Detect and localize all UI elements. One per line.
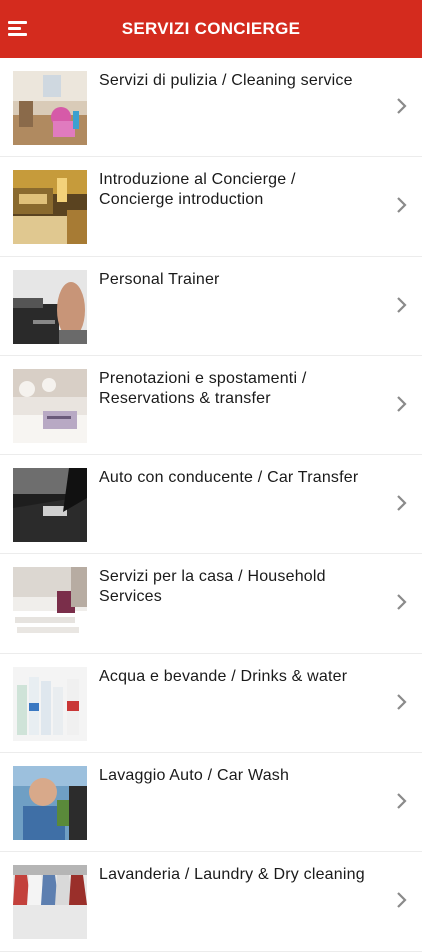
chevron-right-icon [396,96,408,116]
list-item-label: Lavanderia / Laundry & Dry cleaning [99,866,365,884]
services-list: Servizi di pulizia / Cleaning service In… [0,58,422,952]
list-item-reservations[interactable]: Prenotazioni e spostamenti / Reservation… [0,356,422,456]
list-item-label: Servizi di pulizia / Cleaning service [99,72,353,89]
drinks-photo [13,666,87,741]
list-item-personal-trainer[interactable]: Personal Trainer [0,257,422,356]
list-item-label: Introduzione al Concierge / Concierge in… [99,171,296,209]
list-item-label: Auto con conducente / Car Transfer [99,469,359,487]
concierge-photo [13,170,87,245]
list-item-household[interactable]: Servizi per la casa / Household Services [0,554,422,654]
list-item-drinks[interactable]: Acqua e bevande / Drinks & water [0,654,422,754]
list-item-cleaning[interactable]: Servizi di pulizia / Cleaning service [0,58,422,158]
car-wash-photo [13,766,87,841]
reservation-photo [13,368,87,443]
hamburger-menu-icon[interactable] [8,17,30,39]
list-item-label: Acqua e bevande / Drinks & water [99,667,348,685]
list-item-laundry[interactable]: Lavanderia / Laundry & Dry cleaning [0,852,422,952]
list-item-label: Personal Trainer [99,270,220,288]
household-photo [13,567,87,642]
chevron-right-icon [396,592,408,612]
cleaning-service-photo [13,71,87,145]
chevron-right-icon [396,195,408,215]
list-item-concierge[interactable]: Introduzione al Concierge / Concierge in… [0,157,422,257]
chevron-right-icon [396,692,408,712]
list-item-label: Prenotazioni e spostamenti / Reservation… [99,369,307,407]
chevron-right-icon [396,493,408,513]
laundry-photo [13,865,87,940]
personal-trainer-photo [13,269,87,344]
chevron-right-icon [396,394,408,414]
chevron-right-icon [396,295,408,315]
list-item-label: Lavaggio Auto / Car Wash [99,767,290,785]
chevron-right-icon [396,791,408,811]
page-title: SERVIZI CONCIERGE [121,19,301,38]
app-header: SERVIZI CONCIERGE [0,0,422,58]
list-item-label: Servizi per la casa / Household Services [99,568,326,606]
chevron-right-icon [396,890,408,910]
car-transfer-photo [13,468,87,543]
list-item-car-transfer[interactable]: Auto con conducente / Car Transfer [0,455,422,555]
list-item-car-wash[interactable]: Lavaggio Auto / Car Wash [0,753,422,853]
